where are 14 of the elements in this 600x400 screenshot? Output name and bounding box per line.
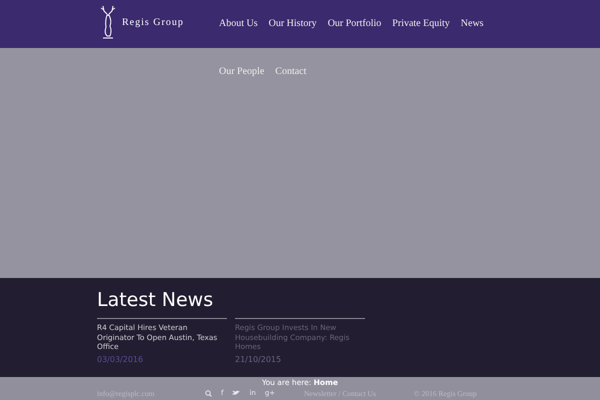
section-title: Latest News [97, 288, 214, 312]
nav-link[interactable]: Our People [219, 48, 264, 96]
nav-link[interactable]: Our Portfolio [328, 0, 382, 48]
news-date: 03/03/2016 [97, 354, 144, 364]
stag-icon [100, 5, 116, 40]
nav-link[interactable]: News [460, 0, 484, 48]
nav-link[interactable]: Our History [268, 0, 317, 48]
brand-name: Regis Group [122, 17, 184, 28]
nav-link[interactable]: Contact [275, 48, 306, 96]
news-date: 21/10/2015 [235, 354, 282, 364]
search-icon[interactable] [205, 390, 212, 396]
bird-icon[interactable] [232, 390, 240, 396]
nav-link[interactable]: About Us [219, 0, 258, 48]
nav-link[interactable]: Private Equity [392, 0, 450, 48]
